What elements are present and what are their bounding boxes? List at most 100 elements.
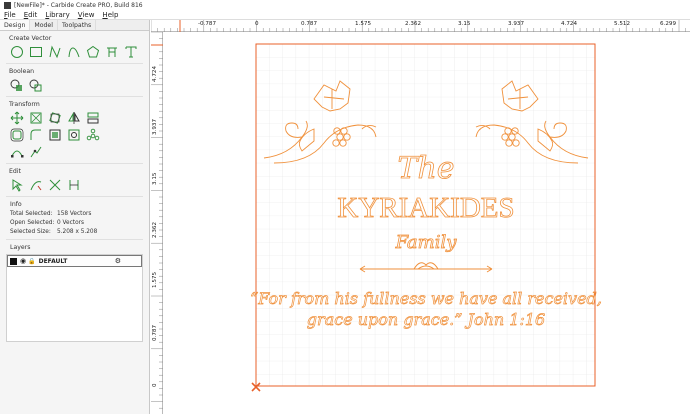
group-icon[interactable] bbox=[47, 128, 62, 142]
divider bbox=[6, 96, 143, 97]
design-text-the[interactable]: The bbox=[397, 151, 455, 187]
create-vector-toolbar bbox=[9, 45, 149, 59]
info-open-selected: Open Selected: 0 Vectors bbox=[10, 220, 143, 226]
menu-view[interactable]: View bbox=[78, 11, 95, 19]
app-icon bbox=[4, 1, 11, 9]
curve-tool-icon[interactable] bbox=[66, 45, 81, 59]
info-panel: Info Total Selected: 158 Vectors Open Se… bbox=[6, 201, 143, 235]
tab-model[interactable]: Model bbox=[30, 20, 58, 30]
join-icon[interactable] bbox=[28, 145, 43, 159]
tab-toolpaths[interactable]: Toolpaths bbox=[58, 20, 97, 30]
ruler-left-label: 3.937 bbox=[152, 118, 158, 135]
layers-panel: Layers ◉ 🔒 DEFAULT ⚙ bbox=[6, 244, 143, 342]
ruler-top-label: 3.937 bbox=[508, 21, 525, 27]
move-icon[interactable] bbox=[9, 111, 24, 125]
selected-size-value: 5.208 x 5.208 bbox=[57, 229, 98, 235]
layer-color-swatch[interactable] bbox=[10, 257, 17, 265]
transform-label: Transform bbox=[9, 101, 40, 108]
trim-icon[interactable] bbox=[28, 178, 43, 192]
align-icon[interactable] bbox=[85, 111, 100, 125]
menu-edit[interactable]: Edit bbox=[24, 11, 38, 19]
design-text-quote-line2[interactable]: grace upon grace.” John 1:16 bbox=[306, 310, 545, 330]
info-selected-size: Selected Size: 5.208 x 5.208 bbox=[10, 229, 143, 235]
node-edit-icon[interactable] bbox=[9, 145, 24, 159]
flip-icon[interactable] bbox=[66, 111, 81, 125]
total-selected-label: Total Selected: bbox=[10, 211, 53, 217]
canvas-svg: The KYRIAKIDES Family “For from his full… bbox=[164, 33, 690, 414]
layer-row-default[interactable]: ◉ 🔒 DEFAULT ⚙ bbox=[7, 255, 142, 267]
edit-toolbar bbox=[9, 178, 149, 192]
layer-list: ◉ 🔒 DEFAULT ⚙ bbox=[6, 254, 143, 342]
open-selected-value: 0 Vectors bbox=[57, 220, 85, 226]
eye-icon[interactable]: ◉ bbox=[20, 257, 26, 265]
divider bbox=[6, 63, 143, 64]
divider bbox=[6, 239, 143, 240]
total-selected-value: 158 Vectors bbox=[57, 211, 92, 217]
menu-library[interactable]: Library bbox=[45, 11, 69, 19]
menu-help[interactable]: Help bbox=[102, 11, 118, 19]
transform-toolbar-row3 bbox=[9, 145, 149, 159]
polygon-tool-icon[interactable] bbox=[85, 45, 100, 59]
selected-size-label: Selected Size: bbox=[10, 229, 51, 235]
polyline-tool-icon[interactable] bbox=[47, 45, 62, 59]
ruler-top-label: 6.299 bbox=[660, 21, 677, 27]
ruler-top-label: 3.15 bbox=[458, 21, 471, 27]
ruler-left-label: 1.575 bbox=[152, 271, 158, 288]
text-tool-icon[interactable] bbox=[123, 45, 138, 59]
ruler-horizontal: -0.787 0 0.787 1.575 2.362 3.15 3.937 4.… bbox=[151, 20, 690, 32]
subtract-icon[interactable] bbox=[28, 78, 43, 92]
menu-file[interactable]: File bbox=[4, 11, 16, 19]
ruler-left-label: 0 bbox=[152, 383, 158, 387]
title-bar: [NewFile]* - Carbide Create PRO, Build 8… bbox=[0, 0, 690, 10]
ruler-top-label: 0.787 bbox=[301, 21, 318, 27]
info-total-selected: Total Selected: 158 Vectors bbox=[10, 211, 143, 217]
open-selected-label: Open Selected: bbox=[10, 220, 55, 226]
lock-icon[interactable]: 🔒 bbox=[28, 258, 35, 265]
rotate-icon[interactable] bbox=[47, 111, 62, 125]
ruler-vertical: 4.724 3.937 3.15 2.362 1.575 0.787 0 bbox=[151, 32, 163, 414]
design-panel: Design Model Toolpaths Create Vector Boo… bbox=[0, 20, 150, 414]
union-icon[interactable] bbox=[9, 78, 24, 92]
window-title: [NewFile]* - Carbide Create PRO, Build 8… bbox=[14, 1, 143, 9]
ungroup-icon[interactable] bbox=[66, 128, 81, 142]
transform-toolbar-row1 bbox=[9, 111, 149, 125]
menu-bar: File Edit Library View Help bbox=[0, 10, 690, 20]
array-icon[interactable] bbox=[85, 128, 100, 142]
ruler-top-label: 5.512 bbox=[614, 21, 631, 27]
panel-tabs: Design Model Toolpaths bbox=[0, 20, 149, 31]
design-text-family[interactable]: Family bbox=[394, 232, 458, 254]
offset-icon[interactable] bbox=[9, 128, 24, 142]
boolean-label: Boolean bbox=[9, 68, 35, 75]
scale-icon[interactable] bbox=[28, 111, 43, 125]
ruler-left-label: 2.362 bbox=[152, 221, 158, 238]
divider bbox=[6, 163, 143, 164]
ruler-left-label: 4.724 bbox=[152, 65, 158, 82]
ruler-top-label: 4.724 bbox=[561, 21, 578, 27]
layers-label: Layers bbox=[10, 244, 31, 251]
design-text-surname[interactable]: KYRIAKIDES bbox=[337, 192, 515, 225]
design-text-quote-line1[interactable]: “For from his fullness we have all recei… bbox=[250, 289, 602, 309]
divider bbox=[6, 196, 143, 197]
cut-icon[interactable] bbox=[47, 178, 62, 192]
ruler-left-label: 3.15 bbox=[152, 172, 158, 185]
info-label: Info bbox=[10, 201, 22, 208]
star-tool-icon[interactable] bbox=[104, 45, 119, 59]
rectangle-tool-icon[interactable] bbox=[28, 45, 43, 59]
ruler-top-label: -0.787 bbox=[198, 21, 217, 27]
create-vector-label: Create Vector bbox=[9, 35, 52, 42]
ruler-top-label: 0 bbox=[255, 21, 259, 27]
transform-toolbar-row2 bbox=[9, 128, 149, 142]
tab-design[interactable]: Design bbox=[0, 20, 31, 30]
ruler-top-label: 1.575 bbox=[355, 21, 372, 27]
delete-icon[interactable] bbox=[66, 178, 81, 192]
layer-name: DEFAULT bbox=[38, 257, 68, 265]
pick-icon[interactable] bbox=[9, 178, 24, 192]
design-canvas[interactable]: The KYRIAKIDES Family “For from his full… bbox=[164, 33, 690, 414]
fillet-icon[interactable] bbox=[28, 128, 43, 142]
circle-tool-icon[interactable] bbox=[9, 45, 24, 59]
gear-icon[interactable]: ⚙ bbox=[115, 257, 121, 265]
boolean-toolbar bbox=[9, 78, 149, 92]
ruler-top-label: 2.362 bbox=[405, 21, 422, 27]
edit-label: Edit bbox=[9, 168, 21, 175]
ruler-left-label: 0.787 bbox=[152, 324, 158, 341]
